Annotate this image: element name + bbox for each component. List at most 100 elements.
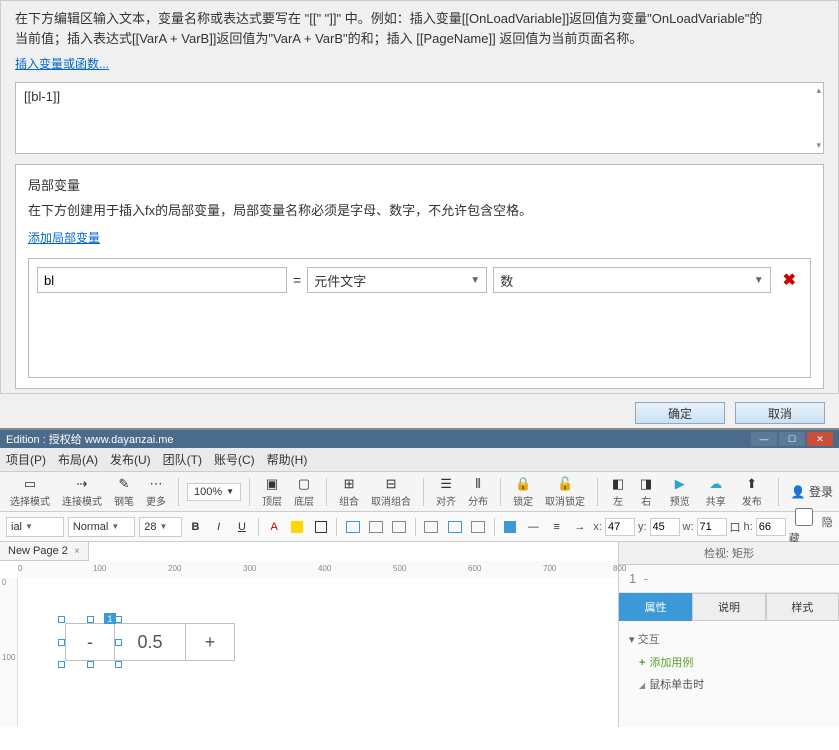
close-tab-icon[interactable]: × — [74, 546, 80, 557]
align-right-text[interactable] — [390, 517, 409, 537]
local-variables-panel: 局部变量 在下方创建用于插入fx的局部变量，局部变量名称必须是字母、数字，不允许… — [15, 164, 824, 389]
select-mode-button[interactable]: ▭选择模式 — [6, 474, 54, 510]
group-button[interactable]: ⊞组合 — [335, 474, 363, 510]
minimize-button[interactable]: — — [751, 432, 777, 446]
fill-btn[interactable] — [500, 517, 519, 537]
more-button[interactable]: ⋯更多 — [142, 474, 170, 510]
tab-style[interactable]: 样式 — [766, 593, 839, 621]
menu-project[interactable]: 项目(P) — [6, 451, 46, 468]
login-link[interactable]: 👤 登录 — [791, 483, 833, 500]
align-center-text[interactable] — [366, 517, 385, 537]
unlock-button[interactable]: 🔓取消锁定 — [541, 474, 589, 510]
zoom-dropdown[interactable]: 100%▼ — [187, 483, 241, 501]
x-input[interactable] — [605, 518, 635, 536]
format-toolbar: ial▼ Normal▼ 28▼ B I U A — ≡ → x: y: w: … — [0, 512, 839, 542]
menu-account[interactable]: 账号(C) — [214, 451, 255, 468]
publish-button[interactable]: ⬆发布 — [738, 474, 766, 510]
align-right-button[interactable]: ◨右 — [634, 474, 658, 510]
arrow-btn[interactable]: → — [570, 517, 589, 537]
underline-button[interactable]: U — [232, 517, 251, 537]
widget-name-field[interactable]: 1 - — [619, 565, 839, 593]
dialog-description: 在下方编辑区输入文本，变量名称或表达式要写在 "[[" "]]" 中。例如：插入… — [15, 9, 824, 49]
expression-textarea[interactable]: [[bl-1]] ▴ ▾ — [15, 82, 824, 154]
valign-bot[interactable] — [468, 517, 487, 537]
stepper-widget: - 1 0.5 + — [65, 623, 235, 661]
valign-top[interactable] — [422, 517, 441, 537]
align-button[interactable]: ☰对齐 — [432, 474, 460, 510]
tab-notes[interactable]: 说明 — [692, 593, 765, 621]
menu-bar: 项目(P) 布局(A) 发布(U) 团队(T) 账号(C) 帮助(H) — [0, 448, 839, 472]
line-style-btn[interactable]: ≡ — [547, 517, 566, 537]
scroll-up-icon: ▴ — [816, 85, 821, 96]
align-icon: ☰ — [438, 476, 454, 492]
insert-variable-link[interactable]: 插入变量或函数... — [15, 55, 109, 72]
number-cell[interactable]: 0.5 — [115, 623, 185, 661]
size-dropdown[interactable]: 28▼ — [139, 517, 182, 537]
h-input[interactable] — [756, 518, 786, 536]
local-var-desc: 在下方创建用于插入fx的局部变量，局部变量名称必须是字母、数字，不允许包含空格。 — [28, 200, 811, 219]
axure-window: Edition : 授权给 www.dayanzai.me — ☐ ✕ 项目(P… — [0, 428, 839, 727]
connect-mode-button[interactable]: ⇢连接模式 — [58, 474, 106, 510]
menu-publish[interactable]: 发布(U) — [110, 451, 151, 468]
tab-properties[interactable]: 属性 — [619, 593, 692, 621]
lock-button[interactable]: 🔒锁定 — [509, 474, 537, 510]
maximize-button[interactable]: ☐ — [779, 432, 805, 446]
inspector-tabs: 属性 说明 样式 — [619, 593, 839, 621]
onclick-event[interactable]: 鼠标单击时 — [629, 673, 829, 695]
distribute-icon: ⫴ — [470, 476, 486, 492]
cursor-icon: ▭ — [22, 476, 38, 492]
menu-team[interactable]: 团队(T) — [163, 451, 202, 468]
cancel-button[interactable]: 取消 — [735, 402, 825, 424]
bold-button[interactable]: B — [186, 517, 205, 537]
front-icon: ▣ — [264, 476, 280, 492]
hidden-checkbox[interactable]: 隐藏 — [789, 508, 833, 546]
share-button[interactable]: ☁共享 — [702, 474, 730, 510]
footnote-badge[interactable]: 1 — [104, 613, 116, 624]
align-left-button[interactable]: ◧左 — [606, 474, 630, 510]
line-btn[interactable]: — — [524, 517, 543, 537]
var-target-dropdown[interactable]: 数▼ — [493, 267, 770, 293]
add-case-link[interactable]: 添加用例 — [629, 651, 829, 673]
lock-icon: 🔒 — [515, 476, 531, 492]
menu-layout[interactable]: 布局(A) — [58, 451, 98, 468]
cloud-icon: ☁ — [708, 476, 724, 492]
back-icon: ▢ — [296, 476, 312, 492]
minus-cell[interactable]: - 1 — [65, 623, 115, 661]
var-type-dropdown[interactable]: 元件文字▼ — [307, 267, 487, 293]
add-local-var-link[interactable]: 添加局部变量 — [28, 229, 100, 246]
font-dropdown[interactable]: ial▼ — [6, 517, 64, 537]
plus-cell[interactable]: + — [185, 623, 235, 661]
right-icon: ◨ — [638, 476, 654, 492]
w-input[interactable] — [697, 518, 727, 536]
send-back-button[interactable]: ▢底层 — [290, 474, 318, 510]
ungroup-button[interactable]: ⊟取消组合 — [367, 474, 415, 510]
expression-dialog: 在下方编辑区输入文本，变量名称或表达式要写在 "[[" "]]" 中。例如：插入… — [0, 0, 839, 394]
distribute-button[interactable]: ⫴分布 — [464, 474, 492, 510]
preview-button[interactable]: ▶预览 — [666, 474, 694, 510]
ok-button[interactable]: 确定 — [635, 402, 725, 424]
fill-color-button[interactable] — [288, 517, 307, 537]
align-left-text[interactable] — [343, 517, 362, 537]
inspector-panel: 检视: 矩形 1 - 属性 说明 样式 ▾ 交互 添加用例 鼠标单击时 — [619, 542, 839, 727]
page-tab[interactable]: New Page 2× — [0, 542, 89, 561]
canvas[interactable]: - 1 0.5 + — [18, 578, 618, 727]
close-button[interactable]: ✕ — [807, 432, 833, 446]
var-name-input[interactable] — [37, 267, 287, 293]
y-input[interactable] — [650, 518, 680, 536]
text-color-button[interactable]: A — [265, 517, 284, 537]
inspector-body: ▾ 交互 添加用例 鼠标单击时 — [619, 621, 839, 701]
ruler-horizontal: 0 100 200 300 400 500 600 700 800 — [18, 561, 618, 579]
ruler-vertical: 0 100 — [0, 578, 18, 727]
pen-button[interactable]: ✎钢笔 — [110, 474, 138, 510]
chevron-down-icon: ▼ — [754, 275, 764, 286]
style-dropdown[interactable]: Normal▼ — [68, 517, 135, 537]
border-color-button[interactable] — [311, 517, 330, 537]
inspector-title: 检视: 矩形 — [619, 542, 839, 565]
group-icon: ⊞ — [341, 476, 357, 492]
menu-help[interactable]: 帮助(H) — [267, 451, 308, 468]
delete-var-button[interactable]: ✖ — [777, 270, 802, 290]
interactions-section[interactable]: ▾ 交互 — [629, 627, 829, 651]
italic-button[interactable]: I — [209, 517, 228, 537]
valign-mid[interactable] — [445, 517, 464, 537]
bring-front-button[interactable]: ▣顶层 — [258, 474, 286, 510]
